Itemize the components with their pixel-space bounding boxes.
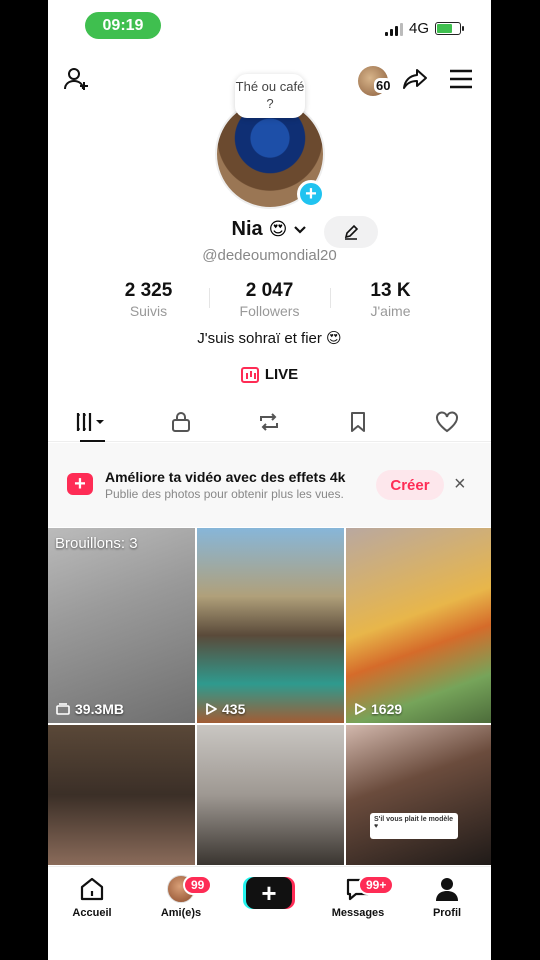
banner-subtitle: Publie des photos pour obtenir plus les … bbox=[105, 487, 344, 501]
bottom-navigation: Accueil Ami(e)s 99 + Messages 99+ Profil bbox=[48, 866, 491, 960]
tile-overlay: 435 bbox=[205, 701, 245, 717]
tile-value: 39.3MB bbox=[75, 701, 125, 717]
stat-followers[interactable]: 2 047 Followers bbox=[209, 280, 330, 319]
profile-icon bbox=[436, 878, 458, 901]
drafts-tile[interactable]: Brouillons: 3 39.3MB bbox=[48, 528, 195, 723]
battery-icon bbox=[435, 22, 464, 35]
create-button[interactable]: Créer bbox=[376, 470, 444, 500]
video-tile[interactable]: 435 bbox=[197, 528, 344, 723]
stat-label: Suivis bbox=[129, 303, 168, 319]
profile-note-bubble[interactable]: Thé ou café ? bbox=[235, 74, 305, 118]
tab-liked[interactable] bbox=[402, 402, 491, 441]
create-video-button[interactable]: + bbox=[246, 877, 292, 909]
storage-icon bbox=[56, 703, 70, 715]
close-icon[interactable]: × bbox=[454, 473, 466, 496]
phone-screen: 09:19 4G 60 Thé ou café ? + Nia 😍 @dedeo… bbox=[48, 0, 491, 960]
video-tile[interactable]: S'il vous plait le modèle ♥ bbox=[346, 725, 491, 865]
pencil-icon bbox=[344, 224, 359, 240]
nav-label: Accueil bbox=[72, 907, 112, 919]
nav-home[interactable]: Accueil bbox=[52, 873, 132, 919]
stat-following[interactable]: 2 325 Suivis bbox=[88, 280, 209, 319]
tab-reposts[interactable] bbox=[225, 402, 314, 441]
live-icon bbox=[240, 366, 259, 383]
stat-likes[interactable]: 13 K J'aime bbox=[330, 280, 451, 319]
share-icon[interactable] bbox=[400, 64, 430, 94]
nav-messages[interactable]: Messages 99+ bbox=[318, 873, 398, 919]
status-indicators: 4G bbox=[384, 20, 464, 37]
nav-label: Ami(e)s bbox=[160, 907, 202, 919]
profile-tabs bbox=[48, 402, 491, 442]
nav-label: Messages bbox=[331, 907, 385, 919]
home-icon bbox=[80, 877, 104, 901]
video-tile[interactable] bbox=[48, 725, 195, 865]
comment-reply-sticker: S'il vous plait le modèle ♥ bbox=[370, 813, 458, 839]
nav-label: Profil bbox=[432, 907, 462, 919]
video-grid: Brouillons: 3 39.3MB 435 1629 S'il vous … bbox=[48, 528, 491, 865]
profile-bio: J'suis sohraï et fier 😍 bbox=[197, 330, 342, 347]
live-label: LIVE bbox=[264, 366, 299, 383]
messages-badge: 99+ bbox=[358, 875, 395, 895]
profile-visitors-count: 60 bbox=[374, 78, 393, 93]
signal-icon bbox=[384, 22, 403, 36]
stat-value: 2 325 bbox=[124, 280, 173, 301]
tab-favorites[interactable] bbox=[314, 402, 403, 441]
network-label: 4G bbox=[408, 20, 429, 37]
add-story-plus-icon[interactable]: + bbox=[297, 180, 325, 208]
name-row[interactable]: Nia 😍 bbox=[48, 218, 491, 241]
add-friend-icon[interactable] bbox=[62, 64, 92, 94]
edit-profile-button[interactable] bbox=[324, 216, 378, 248]
repost-icon bbox=[260, 412, 279, 431]
chevron-down-icon[interactable] bbox=[293, 225, 307, 235]
profile-handle: @dedeoumondial20 bbox=[202, 247, 337, 264]
nav-friends[interactable]: Ami(e)s 99 bbox=[141, 873, 221, 919]
stat-label: J'aime bbox=[370, 303, 411, 319]
drafts-label: Brouillons: 3 bbox=[55, 535, 138, 552]
banner-title: Améliore ta vidéo avec des effets 4k bbox=[105, 469, 346, 485]
name-emoji: 😍 bbox=[268, 219, 288, 239]
lock-icon bbox=[171, 411, 190, 432]
status-time: 09:19 bbox=[85, 12, 161, 39]
stat-label: Followers bbox=[239, 303, 300, 319]
stat-value: 2 047 bbox=[245, 280, 294, 301]
heart-icon bbox=[435, 410, 458, 432]
create-plus-icon: + bbox=[67, 473, 93, 495]
tile-overlay: 1629 bbox=[354, 701, 402, 717]
nav-profile[interactable]: Profil bbox=[407, 873, 487, 919]
menu-icon[interactable] bbox=[446, 64, 476, 94]
tile-overlay: 39.3MB bbox=[56, 701, 124, 717]
bookmark-icon bbox=[351, 411, 366, 432]
view-count: 1629 bbox=[371, 701, 403, 717]
tab-private[interactable] bbox=[137, 402, 226, 441]
profile-stats: 2 325 Suivis 2 047 Followers 13 K J'aime bbox=[88, 280, 451, 319]
stat-value: 13 K bbox=[370, 280, 411, 301]
video-tile[interactable]: 1629 bbox=[346, 528, 491, 723]
profile-name: Nia bbox=[231, 218, 263, 240]
live-button[interactable]: LIVE bbox=[48, 366, 491, 383]
tab-videos[interactable] bbox=[48, 402, 137, 442]
view-count: 435 bbox=[222, 701, 246, 717]
grid-videos-icon bbox=[77, 412, 105, 431]
video-tile[interactable] bbox=[197, 725, 344, 865]
friends-badge: 99 bbox=[183, 875, 213, 895]
play-icon bbox=[206, 703, 217, 715]
play-icon bbox=[355, 703, 366, 715]
effects-promo-banner: + Améliore ta vidéo avec des effets 4k P… bbox=[48, 443, 491, 527]
